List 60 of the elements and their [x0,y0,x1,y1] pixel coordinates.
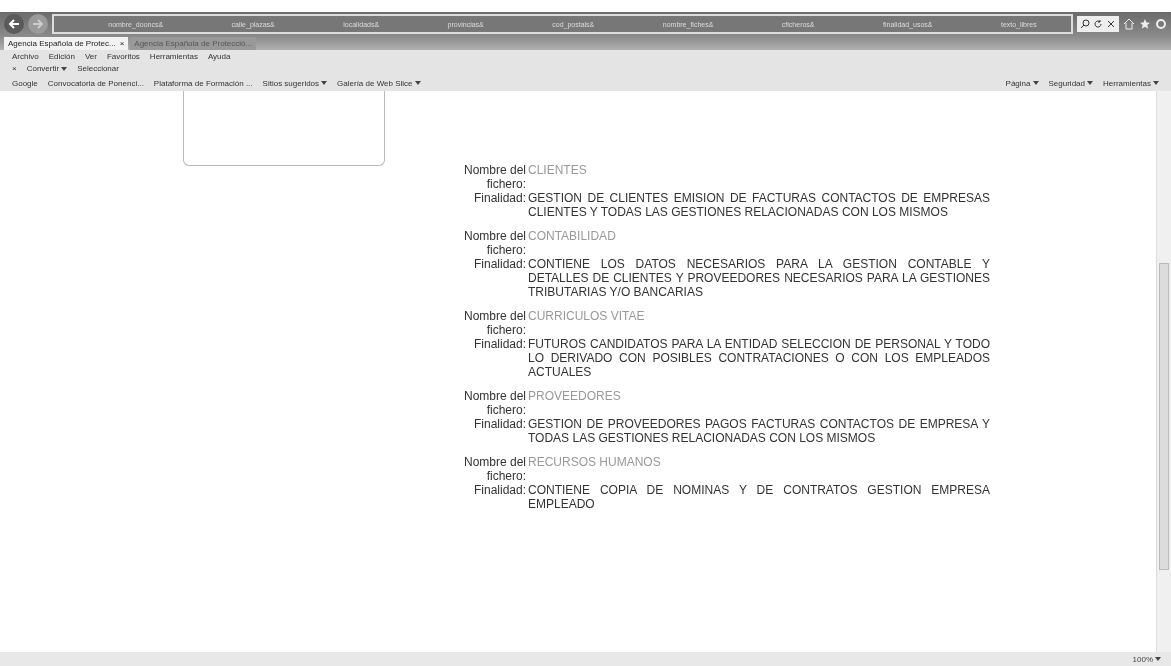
field-label: fichero: [485,469,527,483]
convert-button[interactable]: Convertir [26,64,68,73]
purpose-text: GESTION DE CLIENTES EMISION DE FACTURAS CONTACTOS DE EMPRESAS CLIENTES Y TODAS LAS GESTIONES RELACIONADAS CON LOS MISMOS [528,191,990,219]
purpose-text: FUTUROS CANDIDATOS PARA LA ENTIDAD SELECCION DE PERSONAL Y TODO LO DERIVADO CON POSIBLES CONTRATACIONES O CON LOS EMPLEADOS ACTUALES [528,337,990,379]
field-label: Nombre del [462,163,527,177]
zoom-level[interactable]: 100% [1132,654,1161,664]
field-label: Finalidad: [472,257,527,273]
caret-icon [1155,657,1161,661]
file-name: PROVEEDORES [528,389,622,403]
field-label: Finalidad: [472,417,527,433]
field-label: fichero: [485,177,527,191]
field-label: Finalidad: [472,337,527,353]
field-label: Finalidad: [472,191,527,207]
purpose-text: GESTION DE PROVEEDORES PAGOS FACTURAS CONTACTOS DE EMPRESA Y TODAS LAS GESTIONES RELACIONADAS CON LOS MISMOS [528,417,990,445]
field-label: Nombre del [462,455,527,469]
toolbar-menu[interactable]: Página [1005,78,1039,88]
file-name: RECURSOS HUMANOS [528,455,662,469]
toolbar-menu[interactable]: Seguridad [1048,78,1093,88]
menu-item[interactable]: Favoritos [106,51,140,61]
favorites-link[interactable]: Plataforma de Formación ... [153,78,253,88]
home-icon[interactable] [1123,18,1135,30]
field-label: Finalidad: [472,483,527,499]
close-icon[interactable] [1106,19,1116,29]
field-label: Nombre del [462,229,527,243]
settings-icon[interactable] [1155,18,1167,30]
favorites-link[interactable]: Google [12,78,38,88]
file-name: CONTABILIDAD [528,229,617,243]
file-name: CURRICULOS VITAE [528,309,646,323]
field-label: Nombre del [462,389,527,403]
close-button[interactable]: × [12,64,17,73]
left-arrow-icon [8,18,20,30]
search-icon[interactable] [1080,19,1090,29]
field-label: fichero: [485,323,527,337]
purpose-text: CONTIENE COPIA DE NOMINAS Y DE CONTRATOS GESTION EMPRESA EMPLEADO [528,483,990,511]
back-button[interactable] [4,14,24,34]
refresh-icon[interactable] [1093,19,1103,29]
star-icon[interactable] [1139,18,1151,30]
favorites-link[interactable]: Sitios sugeridos [262,78,328,88]
menu-item[interactable]: Ver [84,51,97,61]
menu-item[interactable]: Archivo [12,51,39,61]
caret-icon [1087,81,1093,85]
caret-icon [1153,81,1159,85]
right-arrow-icon [32,18,44,30]
menu-item[interactable]: Ayuda [207,51,231,61]
caret-icon [61,66,68,71]
field-label: fichero: [485,243,527,257]
forward-button[interactable] [28,14,48,34]
browser-tab[interactable]: Agencia Española de Protec... × [4,37,129,50]
purpose-text: CONTIENE LOS DATOS NECESARIOS PARA LA GESTION CONTABLE Y DETALLES DE CLIENTES Y PROVEEDORES NECESARIOS PARA LA GESTIONES TRIBUTARIAS Y/O BANCARIAS [528,257,990,299]
menu-item[interactable]: Herramientas [149,51,198,61]
field-label: Nombre del [462,309,527,323]
favorites-link[interactable]: Convocatoria de Ponenci... [47,78,144,88]
menu-item[interactable]: Edición [48,51,75,61]
field-label: fichero: [485,403,527,417]
select-button[interactable]: Seleccionar [77,64,119,73]
file-name: CLIENTES [528,163,588,177]
toolbar-menu[interactable]: Herramientas [1103,78,1159,88]
favorites-link[interactable]: Galería de Web Slice [337,78,421,88]
caret-icon [1032,81,1039,85]
scrollbar[interactable] [1156,91,1171,652]
